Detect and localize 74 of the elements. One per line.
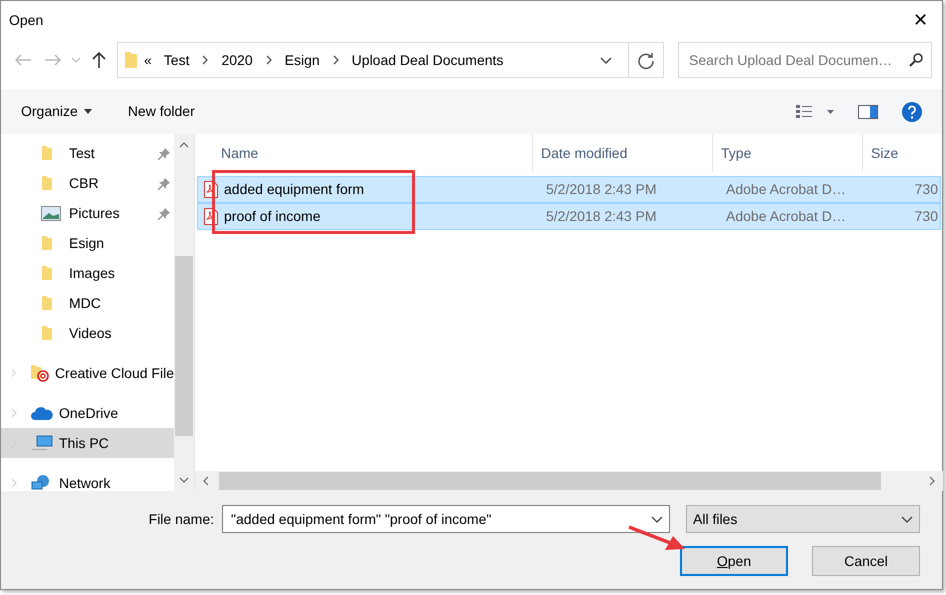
preview-pane-icon[interactable] xyxy=(858,104,878,118)
expand-icon[interactable] xyxy=(11,478,17,488)
column-header[interactable]: Size xyxy=(863,134,943,172)
folder-icon xyxy=(41,235,53,251)
column-header[interactable]: Date modified xyxy=(533,134,713,172)
pin-icon[interactable] xyxy=(158,208,170,220)
scroll-right-icon[interactable] xyxy=(929,476,935,486)
cloud-icon xyxy=(31,406,53,420)
breadcrumb[interactable]: Upload Deal Documents xyxy=(346,50,510,70)
folder-icon xyxy=(41,295,53,311)
file-row[interactable]: added equipment form 5/2/2018 2:43 PM Adobe Acrobat D… 730 xyxy=(197,176,941,203)
expand-icon[interactable] xyxy=(11,408,17,418)
file-name-label: File name: xyxy=(148,510,214,528)
open-button[interactable]: Open xyxy=(680,546,788,576)
new-folder-button[interactable]: New folder xyxy=(128,101,195,122)
back-icon[interactable] xyxy=(14,54,32,66)
network-icon xyxy=(31,474,51,491)
column-header[interactable]: Type xyxy=(713,134,863,172)
file-row[interactable]: proof of income 5/2/2018 2:43 PM Adobe Acrobat D… 730 xyxy=(197,203,941,230)
computer-icon xyxy=(31,435,53,451)
cloud-folder-icon xyxy=(30,364,50,382)
pictures-icon xyxy=(41,206,61,220)
pin-icon[interactable] xyxy=(158,178,170,190)
folder-icon xyxy=(41,145,53,161)
up-icon[interactable] xyxy=(92,51,106,69)
chevron-down-icon[interactable] xyxy=(901,516,913,522)
column-header[interactable]: Name xyxy=(195,134,533,172)
sidebar-item[interactable]: Test xyxy=(1,138,174,168)
search-box[interactable]: Search Upload Deal Documen… xyxy=(678,42,932,78)
scroll-down-icon[interactable] xyxy=(179,477,189,483)
sidebar-item[interactable]: Esign xyxy=(1,228,174,258)
horizontal-scrollbar[interactable] xyxy=(195,471,943,491)
folder-icon xyxy=(41,175,53,191)
pin-icon[interactable] xyxy=(158,148,170,160)
scrollbar-thumb[interactable] xyxy=(175,256,193,436)
chevron-right-icon xyxy=(201,55,210,65)
breadcrumb[interactable]: 2020 xyxy=(215,50,259,70)
view-options-icon[interactable] xyxy=(796,104,834,118)
chevron-down-icon[interactable] xyxy=(651,516,663,522)
sidebar-item[interactable]: OneDrive xyxy=(1,398,174,428)
sidebar-item[interactable]: Pictures xyxy=(1,198,174,228)
breadcrumb[interactable]: Test xyxy=(158,50,196,70)
folder-icon xyxy=(41,325,53,341)
folder-icon xyxy=(41,265,53,281)
sidebar-item[interactable]: Videos xyxy=(1,318,174,348)
file-name-box[interactable]: "added equipment form" "proof of income" xyxy=(222,505,670,533)
sidebar-item[interactable]: Network xyxy=(1,468,174,491)
sidebar-item[interactable]: Creative Cloud File xyxy=(1,358,174,388)
file-type-dropdown[interactable]: All files xyxy=(686,505,920,533)
expand-icon[interactable] xyxy=(11,368,16,378)
close-button[interactable]: ✕ xyxy=(907,6,934,34)
cancel-button[interactable]: Cancel xyxy=(812,546,920,576)
sidebar-item[interactable]: This PC xyxy=(1,428,174,458)
overflow-button[interactable]: « xyxy=(138,50,158,70)
chevron-down-icon[interactable] xyxy=(600,56,612,64)
organize-menu[interactable]: Organize xyxy=(21,101,78,122)
address-bar[interactable]: « Test 2020 Esign Upload Deal Documents xyxy=(117,42,664,78)
scroll-left-icon[interactable] xyxy=(203,476,209,486)
sidebar-item[interactable]: MDC xyxy=(1,288,174,318)
scrollbar-thumb[interactable] xyxy=(219,472,881,490)
sidebar-item[interactable]: Images xyxy=(1,258,174,288)
vertical-scrollbar[interactable] xyxy=(174,134,194,491)
chevron-right-icon xyxy=(332,55,340,65)
forward-icon[interactable] xyxy=(44,54,62,66)
chevron-right-icon xyxy=(264,55,273,65)
caret-icon[interactable] xyxy=(84,109,92,114)
folder-icon xyxy=(124,51,138,69)
scroll-up-icon[interactable] xyxy=(179,142,189,148)
help-icon[interactable] xyxy=(902,102,922,122)
window-title: Open xyxy=(9,10,44,30)
breadcrumb[interactable]: Esign xyxy=(278,50,326,70)
refresh-icon[interactable] xyxy=(637,52,655,70)
sidebar-item[interactable]: CBR xyxy=(1,168,174,198)
search-icon xyxy=(909,53,923,67)
